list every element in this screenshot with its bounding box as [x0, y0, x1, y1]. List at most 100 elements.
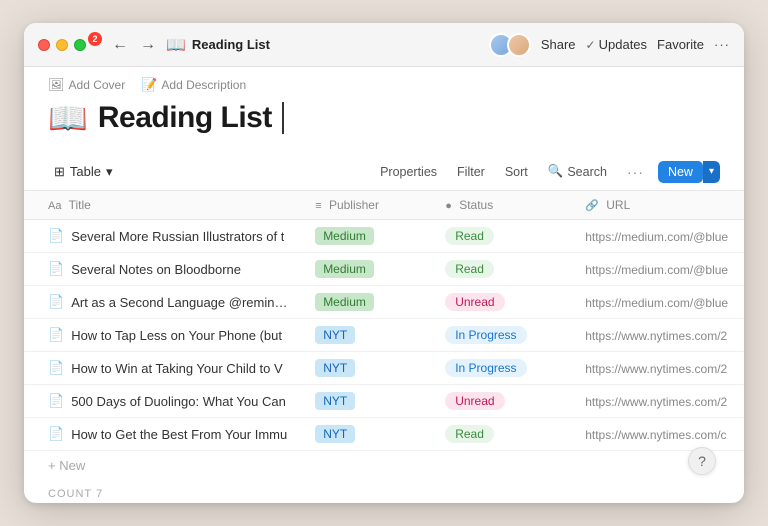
more-options-button[interactable]: ··· [714, 37, 730, 52]
sort-button[interactable]: Sort [499, 161, 534, 183]
row-status: Read [433, 418, 573, 451]
url-text: https://medium.com/@blue [585, 230, 728, 244]
publisher-tag: NYT [315, 359, 355, 377]
row-url: https://www.nytimes.com/2 [573, 352, 744, 385]
filter-button[interactable]: Filter [451, 161, 491, 183]
cursor [282, 102, 284, 134]
add-row-area[interactable]: + New [24, 451, 744, 480]
url-text: https://www.nytimes.com/c [585, 428, 726, 442]
traffic-lights: 2 [38, 38, 106, 52]
row-publisher: Medium [303, 253, 433, 286]
status-badge: Read [445, 227, 494, 245]
properties-button[interactable]: Properties [374, 161, 443, 183]
row-url: https://medium.com/@blue [573, 220, 744, 253]
publisher-tag: NYT [315, 392, 355, 410]
row-url: https://medium.com/@blue [573, 286, 744, 319]
page-title-row: 📖 Reading List [48, 99, 720, 137]
row-publisher: NYT [303, 352, 433, 385]
row-status: Read [433, 220, 573, 253]
row-status: Unread [433, 286, 573, 319]
search-icon: 🔍 [548, 164, 564, 179]
page-header: 🖼 Add Cover 📝 Add Description 📖 Reading … [24, 67, 744, 153]
row-url: https://medium.com/@blue [573, 253, 744, 286]
chevron-down-icon: ▾ [106, 164, 113, 180]
status-badge: Read [445, 260, 494, 278]
table-row[interactable]: 📄500 Days of Duolingo: What You CanNYTUn… [24, 385, 744, 418]
more-toolbar-button[interactable]: ··· [621, 160, 650, 184]
minimize-button[interactable] [56, 39, 68, 51]
row-url: https://www.nytimes.com/2 [573, 319, 744, 352]
row-title: How to Win at Taking Your Child to V [71, 361, 283, 376]
search-button[interactable]: 🔍 Search [542, 160, 613, 183]
status-badge: Unread [445, 392, 504, 410]
help-button[interactable]: ? [688, 447, 716, 475]
publisher-col-icon: ≡ [315, 200, 321, 212]
updates-button[interactable]: ✓ Updates [586, 37, 647, 52]
table-row[interactable]: 📄 How to Win at Taking Your Child to V NYT… [24, 352, 744, 385]
url-text: https://www.nytimes.com/2 [585, 329, 727, 343]
checkmark-icon: ✓ [586, 38, 596, 52]
add-row-label: + New [48, 458, 85, 473]
table-header-row: Aa Title ≡ Publisher ● Status [24, 191, 744, 220]
col-header-title: Aa Title [24, 191, 303, 220]
row-title: Art as a Second Language @remind s [71, 295, 291, 310]
avatar-group [489, 33, 531, 57]
doc-icon: 📄 [48, 327, 64, 343]
url-text: https://www.nytimes.com/2 [585, 395, 727, 409]
add-cover-button[interactable]: 🖼 Add Cover [48, 77, 125, 93]
forward-button[interactable]: → [136, 34, 160, 56]
page-icon: 📖 [166, 35, 186, 55]
title-col-icon: Aa [48, 200, 61, 212]
table-row[interactable]: 📄 How to Get the Best From Your Immu NYT Re… [24, 418, 744, 451]
doc-icon: 📄 [48, 426, 64, 442]
row-status: In Progress [433, 319, 573, 352]
nav-buttons: ← → [108, 34, 160, 56]
table-row[interactable]: 📄Art as a Second Language @remind sMediu… [24, 286, 744, 319]
url-col-icon: 🔗 [585, 200, 599, 212]
col-header-url: 🔗 URL [573, 191, 744, 220]
table-row[interactable]: 📄 Several More Russian Illustrators of t M… [24, 220, 744, 253]
table-view-button[interactable]: ⊞ Table ▾ [48, 160, 119, 184]
publisher-tag: Medium [315, 260, 374, 278]
count-row: COUNT 7 [24, 480, 744, 503]
row-publisher: Medium [303, 286, 433, 319]
doc-icon: 📄 [48, 261, 64, 277]
url-text: https://medium.com/@blue [585, 296, 728, 310]
url-text: https://medium.com/@blue [585, 263, 728, 277]
page-title-icon: 📖 [48, 99, 88, 137]
close-button[interactable] [38, 39, 50, 51]
share-button[interactable]: Share [541, 37, 576, 52]
status-badge: Read [445, 425, 494, 443]
avatar-2 [507, 33, 531, 57]
page-actions: 🖼 Add Cover 📝 Add Description [48, 77, 720, 93]
row-title: Several More Russian Illustrators of t [71, 229, 284, 244]
row-publisher: Medium [303, 220, 433, 253]
publisher-tag: NYT [315, 425, 355, 443]
table-row[interactable]: 📄 Several Notes on Bloodborne Medium Read ht… [24, 253, 744, 286]
row-status: In Progress [433, 352, 573, 385]
row-title: Several Notes on Bloodborne [71, 262, 241, 277]
row-title: 500 Days of Duolingo: What You Can [71, 394, 286, 409]
row-url: https://www.nytimes.com/2 [573, 385, 744, 418]
new-button-group: New ▾ [658, 161, 720, 183]
titlebar-actions: Share ✓ Updates Favorite ··· [489, 33, 730, 57]
page-title: Reading List [98, 101, 272, 135]
new-dropdown-button[interactable]: ▾ [703, 161, 720, 183]
col-header-publisher: ≡ Publisher [303, 191, 433, 220]
add-description-button[interactable]: 📝 Add Description [141, 77, 246, 93]
table-area: Aa Title ≡ Publisher ● Status [24, 191, 744, 503]
maximize-button[interactable] [74, 39, 86, 51]
favorite-button[interactable]: Favorite [657, 37, 704, 52]
doc-icon: 📄 [48, 360, 64, 376]
status-col-icon: ● [445, 200, 452, 212]
table-row[interactable]: 📄How to Tap Less on Your Phone (butNYTIn… [24, 319, 744, 352]
url-text: https://www.nytimes.com/2 [585, 362, 727, 376]
row-publisher: NYT [303, 385, 433, 418]
row-publisher: NYT [303, 418, 433, 451]
back-button[interactable]: ← [108, 34, 132, 56]
row-title: How to Get the Best From Your Immu [71, 427, 287, 442]
notification-badge: 2 [88, 32, 102, 46]
new-button[interactable]: New [658, 161, 703, 183]
doc-icon: 📄 [48, 228, 64, 244]
publisher-tag: Medium [315, 227, 374, 245]
